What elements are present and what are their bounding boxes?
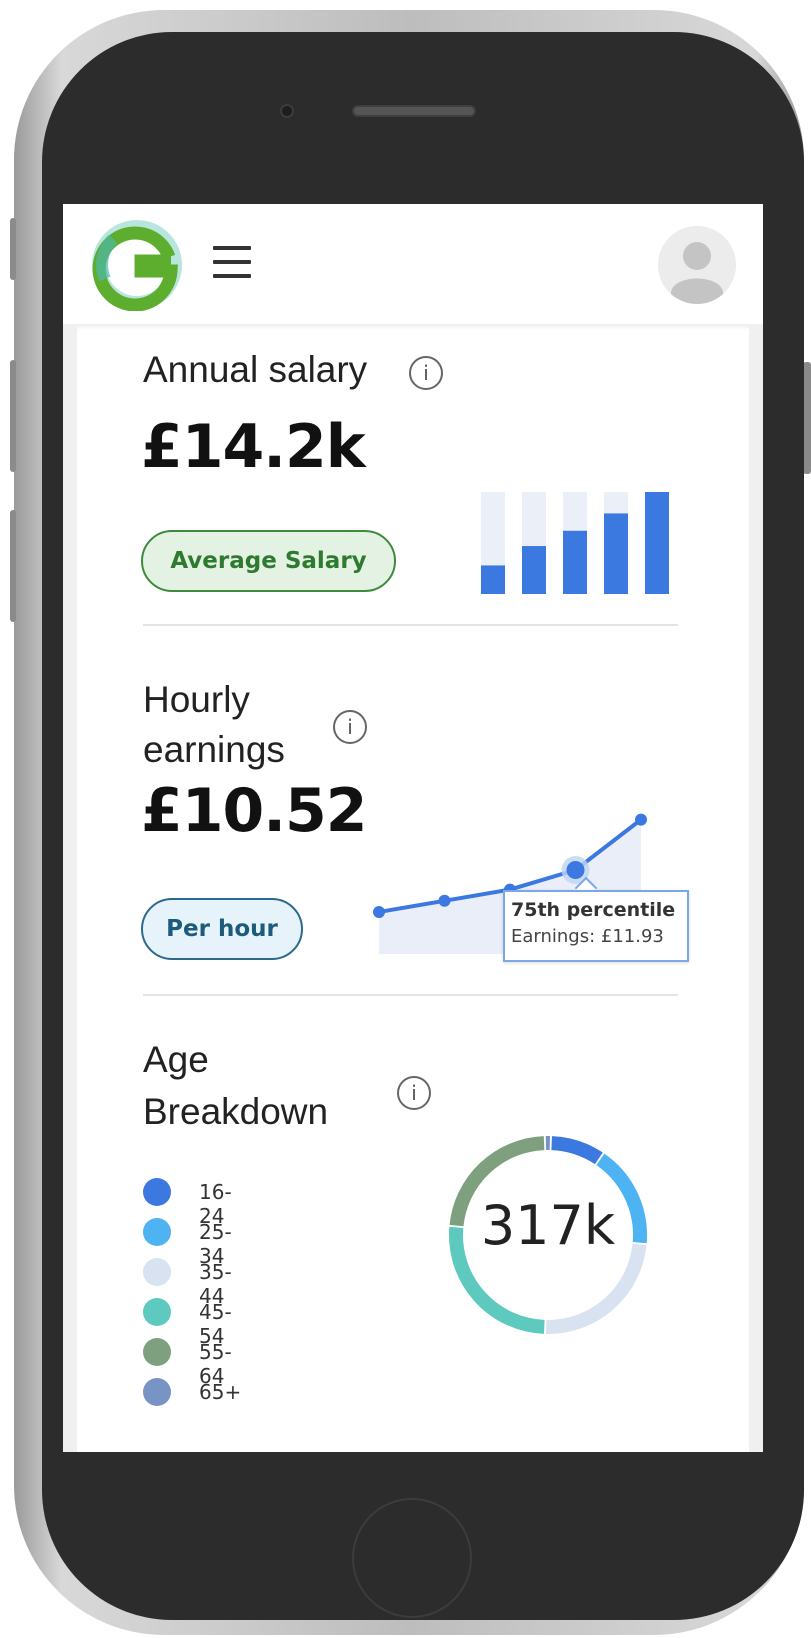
legend-dot	[143, 1298, 171, 1326]
annual-salary-title: Annual salary	[143, 349, 368, 390]
salary-bar	[604, 513, 628, 594]
legend-dot	[143, 1338, 171, 1366]
earpiece-speaker	[352, 105, 476, 117]
hourly-earnings-title-line2: earnings	[143, 729, 285, 770]
legend-dot	[143, 1258, 171, 1286]
hourly-earnings-value: £10.52	[141, 776, 368, 846]
line-point[interactable]	[373, 906, 385, 918]
salary-bar	[522, 546, 546, 594]
line-point[interactable]	[438, 894, 451, 907]
mute-switch	[10, 218, 16, 280]
legend-dot	[143, 1178, 171, 1206]
app-screen: Annual salary i £14.2k Average Salary Ho…	[63, 204, 763, 1452]
volume-down-button	[10, 510, 16, 622]
legend-dot	[143, 1218, 171, 1246]
line-point[interactable]	[635, 813, 647, 826]
salary-bar	[645, 492, 669, 594]
volume-up-button	[10, 360, 16, 472]
info-icon[interactable]: i	[333, 710, 367, 744]
salary-bar-chart	[481, 492, 669, 594]
percentile-tooltip: 75th percentile Earnings: £11.93	[503, 890, 689, 962]
front-camera	[280, 104, 294, 118]
brand-logo-icon[interactable]	[91, 219, 183, 311]
section-divider	[143, 624, 678, 626]
content-border-left	[63, 324, 77, 1452]
annual-salary-value: £14.2k	[141, 412, 366, 482]
section-divider	[143, 994, 678, 996]
info-icon[interactable]: i	[397, 1076, 431, 1110]
app-header	[63, 204, 763, 324]
average-salary-badge: Average Salary	[141, 530, 396, 592]
highlighted-point[interactable]	[566, 861, 585, 879]
tooltip-title: 75th percentile	[511, 899, 676, 921]
power-button	[803, 362, 811, 474]
info-icon[interactable]: i	[409, 356, 443, 390]
hamburger-icon[interactable]	[213, 246, 251, 280]
user-avatar-icon[interactable]	[658, 226, 736, 304]
per-hour-badge: Per hour	[141, 898, 303, 960]
hourly-earnings-title-line1: Hourly	[143, 679, 250, 720]
donut-segment[interactable]	[551, 1136, 603, 1165]
content-border-right	[749, 324, 763, 1452]
age-total-value: 317k	[480, 1194, 616, 1257]
legend-dot	[143, 1378, 171, 1406]
salary-bar	[563, 530, 587, 594]
age-breakdown-title-line1: Age	[143, 1039, 209, 1080]
tooltip-body: Earnings: £11.93	[511, 926, 664, 947]
home-button[interactable]	[352, 1498, 472, 1618]
salary-bar	[481, 565, 505, 594]
legend-label: 65+	[199, 1380, 242, 1404]
age-breakdown-title-line2: Breakdown	[143, 1091, 329, 1132]
